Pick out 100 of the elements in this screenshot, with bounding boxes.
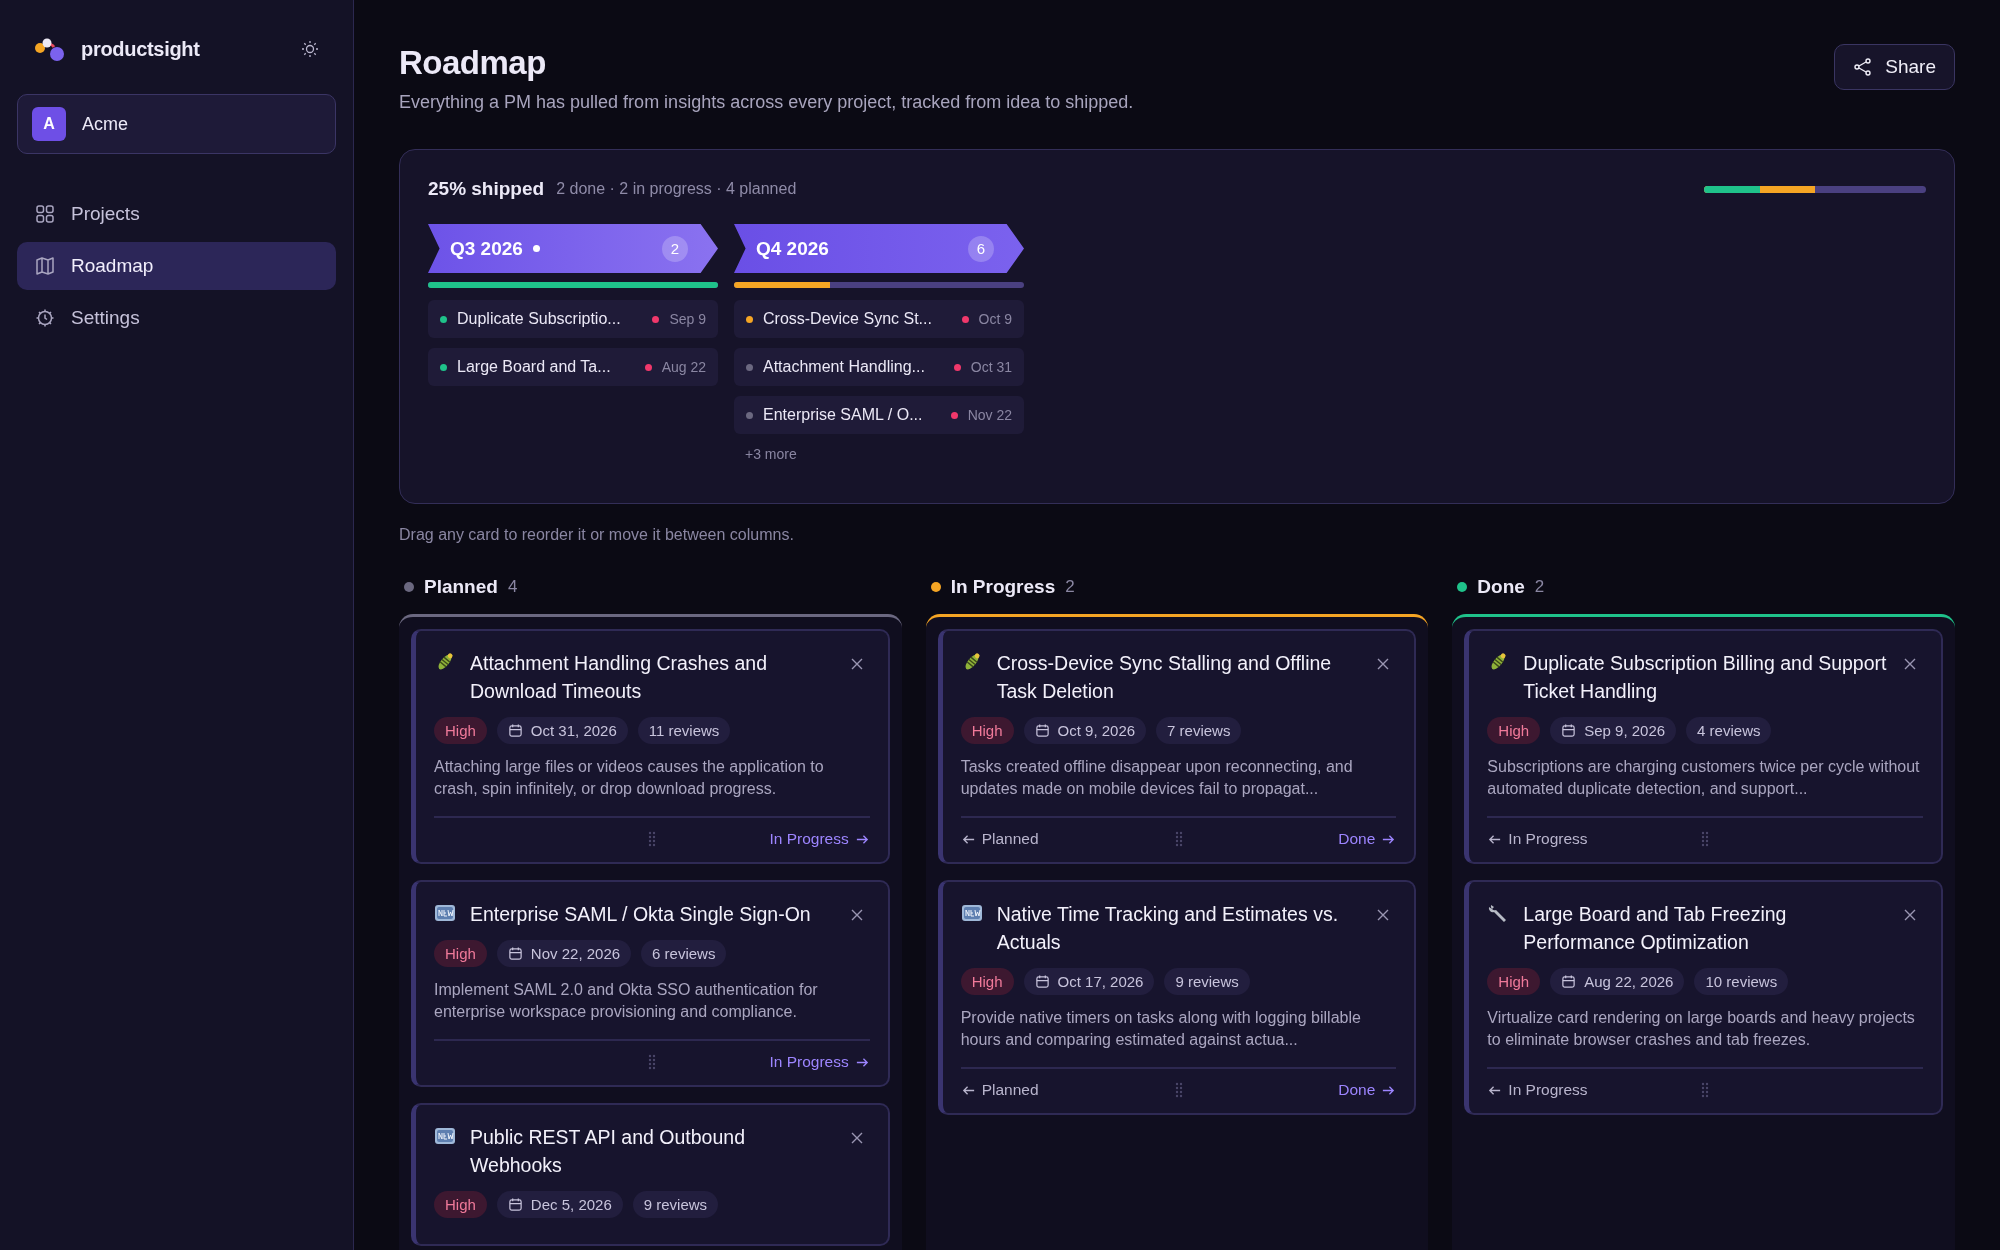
feature-card[interactable]: Public REST API and Outbound Webhooks High Dec 5, 2026 9 reviews [411,1103,890,1246]
close-icon[interactable] [849,908,864,922]
date-text: Oct 31, 2026 [530,722,617,739]
item-title: Cross-Device Sync St... [763,310,933,328]
reviews-chip: 10 reviews [1694,968,1789,995]
item-title: Duplicate Subscriptio... [457,310,622,328]
drag-handle-icon[interactable] [647,1054,656,1070]
timeline-item[interactable]: Cross-Device Sync St... Oct 9 [734,300,1024,338]
reviews-chip: 4 reviews [1686,717,1772,744]
move-forward-link[interactable]: In Progress [769,830,870,848]
priority-tag: High [434,1191,487,1218]
feature-card[interactable] [1464,880,1943,1115]
card-title: Native Time Tracking and Estimates vs. Actuals [996,902,1340,955]
date-text: Oct 17, 2026 [1057,973,1144,990]
move-back-link[interactable]: In Progress [1487,830,1588,848]
sidebar-item[interactable]: Roadmap [17,242,336,290]
column-title: Planned [424,576,498,598]
shipped-percentage: 25% shipped [428,178,545,200]
date-text: Oct 9, 2026 [1057,722,1136,739]
drag-handle-icon[interactable] [1174,831,1183,847]
calendar-icon [1561,723,1577,738]
reviews-chip: 7 reviews [1156,717,1242,744]
grid-icon [35,204,55,224]
sidebar-item[interactable]: Settings [17,294,336,342]
priority-tag: High [960,717,1014,744]
calendar-icon [1034,723,1050,738]
card-description: Virtualize card rendering on large boards and heavy projects to eliminate browser crashes and tab freezes. [1487,1007,1923,1069]
more-link[interactable]: +3 more [734,444,1024,464]
move-back-link[interactable]: In Progress [1487,1081,1588,1099]
close-icon[interactable] [849,657,864,671]
new-icon [960,902,983,924]
card-description: Subscriptions are charging customers twice per cycle without automated duplicate detection, and support... [1487,756,1923,818]
move-forward-link[interactable]: Done [1338,830,1397,848]
item-date: Oct 9 [978,311,1012,327]
item-date: Oct 31 [970,359,1012,375]
quarter-count: 6 [968,235,994,262]
priority-tag: High [434,940,487,967]
move-back-link[interactable]: Planned [960,830,1039,848]
move-forward-link[interactable]: In Progress [769,1053,870,1071]
quarter-count: 2 [662,235,688,262]
move-back-link[interactable]: Planned [960,1081,1039,1099]
item-date: Aug 22 [661,359,706,375]
timeline-item[interactable]: Duplicate Subscriptio... Sep 9 [428,300,718,338]
workspace-name: Acme [82,113,128,135]
sidebar-item[interactable]: Projects [17,190,336,238]
map-icon [35,256,55,276]
close-icon[interactable] [1903,908,1917,922]
feature-card[interactable]: Attachment Handling Crashes and Download Timeouts High Oct 31, 2026 11 reviews Attaching large files or videos causes the application to crash, spin infinitely, or drop download progress. In Progress [411,629,890,864]
sidebar-item-label: Projects [71,203,140,225]
move-forward-link[interactable]: Done [1338,1081,1397,1099]
feature-card[interactable]: Native Time Tracking and Estimates vs. Actuals High Oct 17, 2026 9 reviews Provide native timers on tasks along with logging billable hours and comparing estimated against actua... Planned Done [937,880,1417,1115]
priority-dot [644,363,652,371]
card-description: Tasks created offline disappear upon reconnecting, and updates made on mobile devices fail to propagat... [960,756,1397,818]
sun-icon[interactable] [300,39,320,59]
column-count: 4 [507,577,518,597]
drag-handle-icon[interactable] [1701,831,1710,847]
feature-card[interactable] [1464,629,1943,864]
column-count: 2 [1065,577,1075,597]
column-title: In Progress [950,576,1056,598]
priority-tag: High [1487,717,1541,744]
column-count: 2 [1534,577,1545,597]
card-title: Duplicate Subscription Billing and Support Ticket Handling [1523,651,1888,704]
priority-dot [652,315,660,323]
item-title: Attachment Handling... [763,358,926,376]
calendar-icon [1034,974,1050,989]
priority-tag: High [434,717,487,744]
timeline-item[interactable]: Attachment Handling... Oct 31 [734,348,1024,386]
reviews-chip: 9 reviews [632,1191,719,1218]
priority-tag: High [1487,968,1541,995]
priority-dot [961,315,969,323]
card-title: Public REST API and Outbound Webhooks [470,1125,746,1178]
date-text: Dec 5, 2026 [530,1196,612,1213]
timeline-item[interactable]: Large Board and Ta... Aug 22 [428,348,718,386]
reviews-chip: 11 reviews [637,717,731,744]
sidebar-item-label: Settings [71,307,140,329]
card-title: Cross-Device Sync Stalling and Offline Task Deletion [996,651,1333,704]
calendar-icon [507,946,523,961]
feature-card[interactable]: Enterprise SAML / Okta Single Sign-On High Nov 22, 2026 6 reviews Implement SAML 2.0 and Okta SSO authentication for enterprise workspace provisioning and compliance. In Progress [411,880,890,1087]
workspace-avatar: A [32,107,66,141]
calendar-icon [1561,974,1577,989]
brand-name: productsight [81,37,201,61]
card-title: Attachment Handling Crashes and Download Timeouts [470,651,768,704]
feature-card[interactable]: Cross-Device Sync Stalling and Offline Task Deletion High Oct 9, 2026 7 reviews Tasks created offline disappear upon reconnecting, and updates made on mobile devices fail to propagat... Planned Done [937,629,1417,864]
workspace-switcher[interactable]: A Acme [17,94,336,154]
close-icon[interactable] [1376,657,1391,671]
drag-handle-icon[interactable] [647,831,656,847]
drag-handle-icon[interactable] [1174,1082,1183,1098]
share-button[interactable]: Share [1834,44,1955,90]
item-date: Sep 9 [669,311,706,327]
close-icon[interactable] [1903,657,1917,671]
card-description: Implement SAML 2.0 and Okta SSO authentication for enterprise workspace provisioning and compliance. [434,979,870,1041]
settings-icon [35,308,55,328]
column-title: Done [1477,576,1525,598]
card-title: Large Board and Tab Freezing Performance Optimization [1523,902,1788,955]
item-date: Nov 22 [967,407,1012,423]
card-title: Enterprise SAML / Okta Single Sign-On [470,902,812,927]
timeline-item[interactable]: Enterprise SAML / O... Nov 22 [734,396,1024,434]
close-icon[interactable] [849,1131,864,1145]
close-icon[interactable] [1376,908,1391,922]
drag-handle-icon[interactable] [1701,1082,1710,1098]
